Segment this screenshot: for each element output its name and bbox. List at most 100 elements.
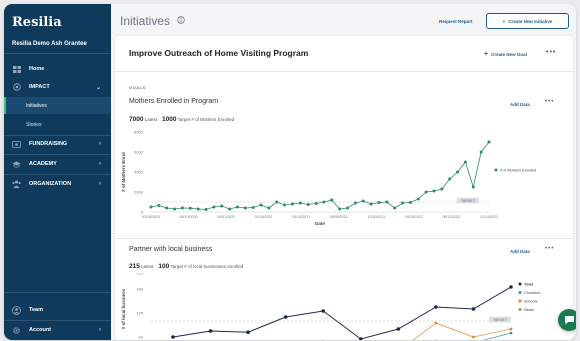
academy-icon	[12, 161, 21, 168]
sidebar-item-home[interactable]: Home	[4, 60, 111, 78]
org-name[interactable]: Resilia Demo Ash Grantee	[12, 41, 87, 47]
request-report-link[interactable]: Request Report	[439, 19, 473, 24]
y-tick-label: 6000	[134, 150, 144, 155]
data-point	[434, 305, 438, 309]
sidebar-item-fundraising[interactable]: FUNDRAISING ›	[4, 135, 111, 153]
legend-label: Schools	[524, 300, 538, 304]
legend-label: Churches	[524, 291, 540, 295]
chevron-right-icon: ›	[99, 161, 101, 167]
data-point	[290, 202, 294, 206]
target-label: Target # of local businesses enrolled	[170, 264, 244, 269]
chevron-down-icon: ⌄	[95, 84, 101, 91]
y-tick-label: 60	[139, 335, 144, 340]
chat-button[interactable]	[558, 309, 576, 331]
data-point	[487, 140, 491, 144]
goal-title: Mothers Enrolled in Program	[129, 98, 219, 105]
goal-title: Partner with local business	[129, 246, 213, 253]
x-tick-label: 10/01/2020	[217, 215, 235, 219]
target-label: Target # of Mothers Enrolled	[177, 117, 235, 122]
data-point	[243, 206, 247, 210]
data-point	[456, 170, 460, 174]
gear-icon	[12, 326, 21, 334]
latest-label: Latest	[141, 264, 154, 269]
data-point	[228, 207, 232, 211]
data-point	[509, 285, 513, 289]
data-point	[330, 198, 334, 202]
add-data-button[interactable]: Add Data	[510, 102, 530, 107]
goal-more-options-icon[interactable]: •••	[545, 246, 554, 252]
data-point	[396, 327, 401, 331]
app-window: Resilia Resilia Demo Ash Grantee Home IM…	[4, 4, 576, 340]
sidebar-item-account[interactable]: Account ›	[4, 321, 111, 339]
data-point	[173, 207, 177, 211]
x-tick-label: 12/30/2021	[367, 215, 385, 219]
goal-more-options-icon[interactable]: •••	[545, 99, 554, 105]
sidebar-item-label: ACADEMY	[29, 161, 57, 167]
sidebar-item-academy[interactable]: ACADEMY ›	[4, 155, 111, 173]
series-line	[150, 141, 490, 210]
data-point	[165, 206, 169, 210]
add-data-button[interactable]: Add Data	[510, 249, 530, 254]
x-tick-label: 08/12/2022	[442, 215, 460, 219]
y-tick-label: 0	[141, 210, 144, 215]
series-line	[172, 286, 512, 340]
sidebar-divider	[4, 53, 111, 54]
data-point	[377, 201, 381, 204]
create-initiative-button[interactable]: + Create New Initiative	[486, 13, 569, 29]
sidebar-subitem-initiatives[interactable]: Initiatives	[4, 97, 111, 114]
data-point	[180, 206, 184, 210]
data-point	[434, 321, 438, 325]
data-point	[471, 185, 475, 189]
data-point	[171, 335, 175, 339]
y-axis-label: # of Mothers Enrol	[121, 152, 126, 192]
data-point	[416, 197, 420, 201]
sidebar-item-impact[interactable]: IMPACT ⌄	[4, 78, 111, 96]
y-tick-label: 4000	[134, 170, 144, 175]
data-point	[479, 150, 483, 154]
data-point	[267, 206, 271, 210]
data-point	[448, 177, 452, 181]
card-divider	[115, 71, 573, 72]
data-point	[298, 201, 302, 205]
data-point	[235, 205, 239, 209]
sidebar-divider	[4, 292, 111, 293]
data-point	[393, 206, 397, 210]
data-point	[149, 205, 153, 209]
y-tick-label: 8000	[134, 130, 144, 135]
create-goal-label: Create New Goal	[491, 52, 527, 57]
x-tick-label: 02/18/2020	[142, 215, 160, 219]
data-point	[369, 202, 373, 206]
legend-label: Total	[524, 283, 533, 287]
data-point	[424, 190, 428, 194]
sidebar-subitem-stories[interactable]: Stories	[4, 116, 111, 133]
x-tick-label: 12/14/2022	[480, 215, 498, 219]
x-tick-label: 09/05/2021	[330, 215, 348, 219]
data-point	[306, 203, 310, 206]
create-goal-button[interactable]: + Create New Goal	[484, 51, 527, 58]
sidebar-item-label: Home	[29, 66, 45, 72]
x-tick-label: 04/20/2022	[405, 215, 423, 219]
legend-label: # of Mothers Enrolled	[500, 169, 536, 173]
sidebar-item-team[interactable]: Team	[4, 301, 111, 319]
home-icon	[12, 65, 21, 73]
data-point	[471, 307, 476, 311]
data-point	[338, 207, 342, 211]
sidebar-item-organization[interactable]: ORGANIZATION ›	[4, 175, 111, 193]
more-options-icon[interactable]: •••	[546, 49, 556, 56]
fundraising-icon	[12, 140, 21, 148]
data-point	[157, 204, 161, 207]
legend-marker	[518, 291, 522, 294]
legend-marker	[494, 168, 498, 172]
page-title: Initiatives	[120, 14, 171, 28]
sidebar-item-label: ORGANIZATION	[29, 181, 72, 187]
x-tick-label: 05/15/2021	[292, 215, 310, 219]
y-tick-label: 180	[136, 287, 143, 292]
data-point	[283, 203, 287, 207]
data-point	[322, 200, 326, 204]
brand-logo[interactable]: Resilia	[12, 15, 62, 30]
data-point	[188, 206, 192, 210]
data-point	[361, 199, 365, 203]
legend-marker	[518, 282, 522, 286]
info-icon[interactable]	[177, 16, 185, 24]
data-point	[440, 187, 444, 191]
